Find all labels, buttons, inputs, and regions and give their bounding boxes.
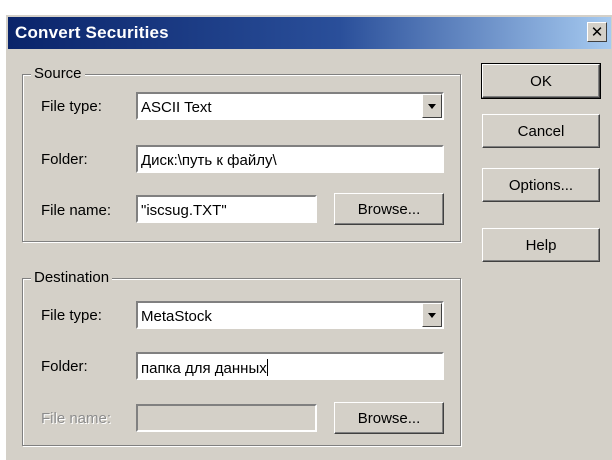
destination-file-type-label: File type: <box>41 307 102 324</box>
cancel-button[interactable]: Cancel <box>482 114 600 148</box>
destination-browse-button[interactable]: Browse... <box>334 402 444 434</box>
destination-group: Destination File type: MetaStock Folder:… <box>22 269 461 446</box>
window-title: Convert Securities <box>15 23 169 42</box>
ok-button[interactable]: OK <box>481 63 601 99</box>
source-browse-button[interactable]: Browse... <box>334 193 444 225</box>
close-icon: ✕ <box>590 23 604 41</box>
destination-folder-label: Folder: <box>41 358 88 375</box>
source-file-name-input[interactable]: "iscsug.TXT" <box>136 195 317 223</box>
chevron-down-icon[interactable] <box>422 94 442 118</box>
destination-folder-input[interactable]: папка для данных <box>136 352 444 380</box>
destination-file-type-select[interactable]: MetaStock <box>136 301 444 329</box>
text-caret <box>266 359 268 376</box>
source-folder-input[interactable]: Диск:\путь к файлу\ <box>136 145 444 173</box>
title-bar[interactable]: Convert Securities ✕ <box>8 17 611 49</box>
source-file-type-select[interactable]: ASCII Text <box>136 92 444 120</box>
source-group: Source File type: ASCII Text Folder: Дис… <box>22 65 461 242</box>
source-file-name-value: "iscsug.TXT" <box>141 202 227 219</box>
help-button[interactable]: Help <box>482 228 600 262</box>
destination-file-name-input <box>136 404 317 432</box>
convert-securities-dialog: Convert Securities ✕ Source File type: A… <box>5 14 612 460</box>
close-button[interactable]: ✕ <box>587 22 607 42</box>
destination-file-name-label: File name: <box>41 410 112 427</box>
destination-folder-value: папка для данных <box>141 359 439 377</box>
destination-file-type-value: MetaStock <box>141 308 212 325</box>
source-folder-label: Folder: <box>41 151 88 168</box>
source-legend: Source <box>31 65 85 82</box>
destination-folder-text: папка для данных <box>141 360 267 377</box>
source-file-name-label: File name: <box>41 202 112 219</box>
source-file-type-value: ASCII Text <box>141 99 212 116</box>
source-file-type-label: File type: <box>41 98 102 115</box>
source-folder-value: Диск:\путь к файлу\ <box>141 152 277 169</box>
destination-legend: Destination <box>31 269 113 286</box>
chevron-down-icon[interactable] <box>422 303 442 327</box>
options-button[interactable]: Options... <box>482 168 600 202</box>
